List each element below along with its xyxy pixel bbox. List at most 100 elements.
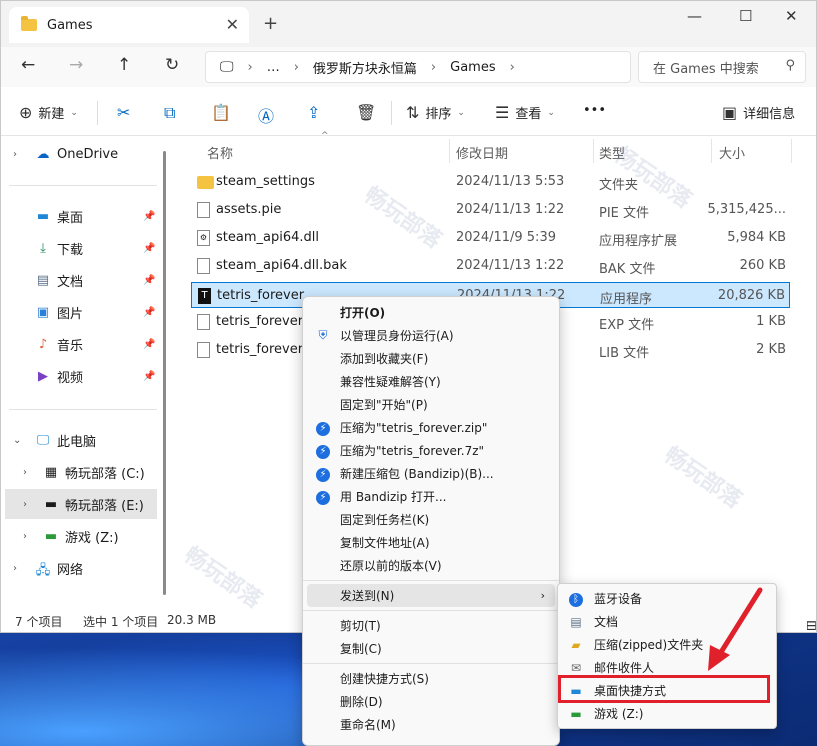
send-to-drive-z[interactable]: ▬ 游戏 (Z:) bbox=[562, 702, 772, 725]
tab-games[interactable]: Games ✕ bbox=[9, 7, 249, 43]
menu-item-send-to[interactable]: 发送到(N) › bbox=[307, 584, 555, 607]
file-type: BAK 文件 bbox=[599, 262, 656, 277]
sidebar-item-onedrive[interactable]: › ☁ OneDrive bbox=[1, 139, 161, 169]
menu-item-run-as-admin[interactable]: ⛨ 以管理员身份运行(A) bbox=[307, 324, 555, 347]
file-date: 2024/11/13 1:22 bbox=[456, 202, 565, 217]
sidebar-item-videos[interactable]: ▶ 视频 📌 bbox=[1, 361, 161, 391]
pin-icon[interactable]: 📌 bbox=[143, 243, 155, 254]
forward-icon[interactable]: → bbox=[69, 55, 83, 75]
back-icon[interactable]: ← bbox=[21, 55, 35, 75]
sidebar-item-drive-z[interactable]: › ▬ 游戏 (Z:) bbox=[1, 521, 161, 551]
pin-icon[interactable]: 📌 bbox=[143, 211, 155, 222]
menu-item-open[interactable]: 打开(O) bbox=[307, 301, 555, 324]
up-icon[interactable]: ↑ bbox=[117, 55, 131, 75]
file-size: 5,315,425... bbox=[707, 202, 786, 217]
navigation-pane: › ☁ OneDrive ▬ 桌面 📌 ⤓ 下载 📌 ▤ 文档 📌 ▣ 图片 📌… bbox=[1, 137, 169, 605]
document-icon: ▤ bbox=[36, 273, 50, 288]
sidebar-item-drive-e[interactable]: › ▬ 畅玩部落 (E:) bbox=[5, 489, 157, 519]
chevron-right-icon[interactable]: › bbox=[13, 563, 17, 574]
menu-item-pin-taskbar[interactable]: 固定到任务栏(K) bbox=[307, 508, 555, 531]
menu-item-delete[interactable]: 删除(D) bbox=[307, 690, 555, 713]
sidebar-item-downloads[interactable]: ⤓ 下载 📌 bbox=[1, 233, 161, 263]
minimize-button[interactable]: — bbox=[687, 7, 702, 25]
new-tab-button[interactable]: + bbox=[263, 13, 278, 34]
menu-item-cut[interactable]: 剪切(T) bbox=[307, 614, 555, 637]
close-button[interactable]: ✕ bbox=[785, 7, 798, 25]
breadcrumb-item[interactable]: Games bbox=[450, 60, 495, 75]
file-name: assets.pie bbox=[216, 202, 282, 217]
pin-icon[interactable]: 📌 bbox=[143, 339, 155, 350]
drive-icon: ▬ bbox=[44, 529, 58, 544]
menu-item-compat-troubleshoot[interactable]: 兼容性疑难解答(Y) bbox=[307, 370, 555, 393]
shield-icon: ⛨ bbox=[318, 328, 328, 342]
divider bbox=[97, 101, 98, 125]
menu-item-label: 重命名(M) bbox=[340, 718, 396, 732]
share-icon[interactable]: ⇪ bbox=[307, 103, 320, 122]
chevron-down-icon: ⌄ bbox=[547, 107, 555, 118]
pin-icon[interactable]: 📌 bbox=[143, 275, 155, 286]
table-row[interactable]: ⚙ steam_api64.dll 2024/11/9 5:39 应用程序扩展 … bbox=[191, 225, 790, 251]
chevron-right-icon[interactable]: › bbox=[23, 531, 27, 542]
menu-item-compress-zip[interactable]: ⚡ 压缩为"tetris_forever.zip" bbox=[307, 416, 555, 439]
sidebar-item-documents[interactable]: ▤ 文档 📌 bbox=[1, 265, 161, 295]
menu-item-rename[interactable]: 重命名(M) bbox=[307, 713, 555, 736]
column-header-size[interactable]: 大小 bbox=[719, 143, 745, 162]
search-input[interactable]: 在 Games 中搜索 ⚲ bbox=[638, 51, 806, 83]
sidebar-item-drive-c[interactable]: › ▦ 畅玩部落 (C:) bbox=[1, 457, 161, 487]
menu-item-copy-path[interactable]: 复制文件地址(A) bbox=[307, 531, 555, 554]
more-options-button[interactable]: ••• bbox=[583, 103, 606, 118]
menu-item-label: 文档 bbox=[594, 615, 619, 629]
menu-item-pin-start[interactable]: 固定到"开始"(P) bbox=[307, 393, 555, 416]
delete-icon[interactable]: 🗑 bbox=[356, 103, 376, 122]
chevron-right-icon[interactable]: › bbox=[13, 149, 17, 160]
tab-close-icon[interactable]: ✕ bbox=[226, 15, 239, 34]
refresh-icon[interactable]: ↻ bbox=[165, 55, 179, 75]
cut-icon[interactable]: ✂ bbox=[117, 103, 130, 122]
table-row[interactable]: steam_api64.dll.bak 2024/11/13 1:22 BAK … bbox=[191, 253, 790, 279]
column-header-date[interactable]: 修改日期 bbox=[456, 143, 508, 162]
sidebar-item-label: OneDrive bbox=[57, 146, 119, 162]
sidebar-item-desktop[interactable]: ▬ 桌面 📌 bbox=[1, 201, 161, 231]
details-button[interactable]: ▣ 详细信息 bbox=[722, 103, 795, 122]
file-name: steam_api64.dll.bak bbox=[216, 258, 347, 273]
exe-icon: T bbox=[198, 288, 211, 304]
view-button[interactable]: ☰ 查看 ⌄ bbox=[495, 103, 555, 122]
pin-icon[interactable]: 📌 bbox=[143, 307, 155, 318]
chevron-right-icon[interactable]: › bbox=[23, 499, 27, 510]
menu-item-add-favorites[interactable]: 添加到收藏夹(F) bbox=[307, 347, 555, 370]
file-size: 1 KB bbox=[756, 314, 786, 329]
menu-item-open-bandizip[interactable]: ⚡ 用 Bandizip 打开... bbox=[307, 485, 555, 508]
table-row[interactable]: assets.pie 2024/11/13 1:22 PIE 文件 5,315,… bbox=[191, 197, 790, 223]
bluetooth-icon: ᛒ bbox=[568, 591, 584, 607]
maximize-button[interactable]: ☐ bbox=[739, 7, 752, 25]
menu-item-restore-versions[interactable]: 还原以前的版本(V) bbox=[307, 554, 555, 577]
menu-item-create-shortcut[interactable]: 创建快捷方式(S) bbox=[307, 667, 555, 690]
bandizip-icon: ⚡ bbox=[315, 443, 331, 459]
chevron-down-icon[interactable]: ⌄ bbox=[13, 435, 21, 446]
menu-item-compress-7z[interactable]: ⚡ 压缩为"tetris_forever.7z" bbox=[307, 439, 555, 462]
table-row[interactable]: steam_settings 2024/11/13 5:53 文件夹 bbox=[191, 169, 790, 195]
paste-icon[interactable]: 📋 bbox=[211, 103, 231, 122]
pin-icon[interactable]: 📌 bbox=[143, 371, 155, 382]
sort-button[interactable]: ⇅ 排序 ⌄ bbox=[406, 103, 465, 122]
column-header-name[interactable]: 名称 bbox=[207, 143, 233, 162]
new-button[interactable]: ⊕ 新建 ⌄ bbox=[19, 103, 78, 122]
breadcrumb-chevron-icon: › bbox=[430, 59, 437, 75]
sidebar-item-label: 视频 bbox=[57, 370, 84, 386]
chevron-right-icon[interactable]: › bbox=[23, 467, 27, 478]
tiles-view-icon[interactable]: ☐ bbox=[806, 619, 817, 633]
copy-icon[interactable]: ⧉ bbox=[164, 103, 175, 123]
sidebar-item-music[interactable]: ♪ 音乐 📌 bbox=[1, 329, 161, 359]
annotation-highlight-box bbox=[558, 675, 770, 703]
breadcrumb-overflow[interactable]: … bbox=[267, 60, 280, 75]
sidebar-item-pictures[interactable]: ▣ 图片 📌 bbox=[1, 297, 161, 327]
sidebar-scrollbar[interactable] bbox=[163, 151, 166, 595]
desktop-icon: ▬ bbox=[36, 209, 50, 224]
sidebar-item-network[interactable]: › 🖧 网络 bbox=[1, 553, 161, 583]
sidebar-item-this-pc[interactable]: ⌄ 🖵 此电脑 bbox=[1, 425, 161, 455]
menu-item-new-archive[interactable]: ⚡ 新建压缩包 (Bandizip)(B)... bbox=[307, 462, 555, 485]
menu-item-copy[interactable]: 复制(C) bbox=[307, 637, 555, 660]
breadcrumb-item[interactable]: 俄罗斯方块永恒篇 bbox=[313, 58, 417, 77]
rename-icon[interactable]: Ⓐ bbox=[258, 103, 274, 127]
breadcrumb[interactable]: 🖵 › … › 俄罗斯方块永恒篇 › Games › bbox=[205, 51, 631, 83]
